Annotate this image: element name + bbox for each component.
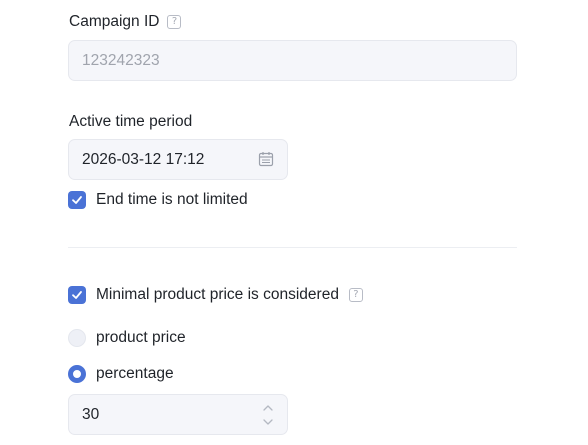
campaign-form: Campaign ID ? 123242323 Active time peri… [0, 0, 588, 445]
min-price-help-icon[interactable]: ? [348, 288, 363, 302]
active-period-date-value: 2026-03-12 17:12 [82, 150, 205, 168]
min-price-checkbox[interactable] [68, 286, 86, 304]
radio-product-price[interactable]: product price [68, 329, 186, 347]
active-period-label-row: Active time period [69, 113, 192, 131]
radio-percentage-button[interactable] [68, 365, 86, 383]
percentage-number-input[interactable]: 30 [68, 394, 288, 435]
percentage-value: 30 [82, 405, 100, 423]
section-divider [68, 247, 517, 248]
end-time-unlimited-row[interactable]: End time is not limited [68, 191, 248, 209]
campaign-id-value: 123242323 [82, 51, 160, 69]
campaign-id-field: 123242323 [68, 40, 517, 81]
min-price-row[interactable]: Minimal product price is considered ? [68, 286, 363, 304]
radio-percentage-label: percentage [96, 365, 174, 382]
chevron-up-icon [263, 405, 273, 411]
check-icon [72, 291, 82, 299]
calendar-icon[interactable] [258, 151, 274, 167]
campaign-id-help-icon[interactable]: ? [167, 15, 182, 29]
campaign-id-label-row: Campaign ID ? [69, 13, 182, 31]
campaign-id-label: Campaign ID [69, 13, 160, 30]
radio-percentage[interactable]: percentage [68, 365, 174, 383]
check-icon [72, 196, 82, 204]
chevron-down-icon [263, 419, 273, 425]
radio-product-price-label: product price [96, 329, 186, 346]
end-time-unlimited-label: End time is not limited [96, 191, 248, 208]
active-period-label: Active time period [69, 113, 193, 130]
active-period-date-input[interactable]: 2026-03-12 17:12 [68, 139, 288, 180]
end-time-unlimited-checkbox[interactable] [68, 191, 86, 209]
stepper-icon[interactable] [261, 401, 275, 429]
radio-product-price-button[interactable] [68, 329, 86, 347]
min-price-label: Minimal product price is considered [96, 286, 339, 303]
